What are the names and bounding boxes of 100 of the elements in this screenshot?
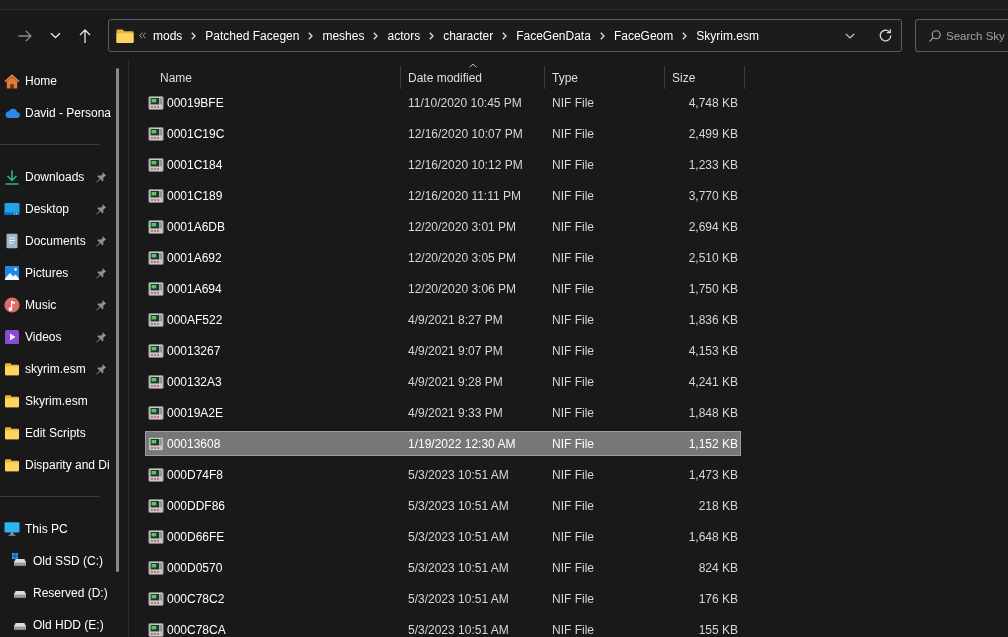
sidebar-item[interactable]: Desktop [0,193,107,225]
file-date: 12/16/2020 10:07 PM [408,126,523,141]
file-type: NIF File [552,343,594,358]
monitor-icon [4,521,20,537]
file-name: 000D74F8 [167,467,224,482]
file-name: 00019A2E [167,405,224,420]
breadcrumb[interactable]: character [439,23,498,48]
file-row[interactable]: 00019A2E 4/9/2021 9:33 PM NIF File 1,848 KB [145,400,741,425]
file-icon [148,435,164,452]
file-icon [148,311,164,328]
breadcrumb[interactable]: FaceGenData [512,23,595,48]
sidebar-item[interactable]: Home [0,65,107,97]
sidebar-item[interactable]: David - Persona [0,97,112,129]
sidebar-item[interactable]: Old HDD (E:) [0,609,107,637]
file-date: 12/20/2020 3:05 PM [408,250,517,265]
breadcrumb[interactable]: Skyrim.esm [692,23,763,48]
file-date: 4/9/2021 9:07 PM [408,343,503,358]
windows-drive-icon [12,553,28,569]
folder-icon [4,361,20,377]
sidebar-item[interactable]: Pictures [0,257,107,289]
file-type: NIF File [552,529,594,544]
file-type: NIF File [552,622,594,637]
file-row[interactable]: 000D0570 5/3/2023 10:51 AM NIF File 824 KB [145,555,741,580]
file-type: NIF File [552,560,594,575]
file-row[interactable]: 000D66FE 5/3/2023 10:51 AM NIF File 1,648 KB [145,524,741,549]
file-type: NIF File [552,250,594,265]
file-type: NIF File [552,188,594,203]
file-row[interactable]: 0001C184 12/16/2020 10:12 PM NIF File 1,233 KB [145,152,741,177]
file-size: 218 KB [698,498,738,513]
file-row[interactable]: 0001C189 12/16/2020 11:11 PM NIF File 3,770 KB [145,183,741,208]
breadcrumb[interactable]: actors [383,23,425,48]
file-row[interactable]: 000DDF86 5/3/2023 10:51 AM NIF File 218 KB [145,493,741,518]
sidebar-item[interactable]: Videos [0,321,107,353]
file-size: 1,836 KB [688,312,738,327]
pin-icon [95,202,107,216]
address-bar[interactable]: mods Patched Facegen meshes actors character FaceGenData FaceGeom Skyrim.esm [108,19,902,52]
file-date: 5/3/2023 10:51 AM [408,467,509,482]
file-size: 1,648 KB [688,529,738,544]
sidebar-item[interactable]: skyrim.esm [0,353,107,385]
file-row[interactable]: 000C78C2 5/3/2023 10:51 AM NIF File 176 KB [145,586,741,611]
file-row[interactable]: 000132A3 4/9/2021 9:28 PM NIF File 4,241 KB [145,369,741,394]
column-header[interactable]: Size [665,66,745,89]
file-name: 0001C189 [167,188,223,203]
file-size: 2,510 KB [688,250,738,265]
file-row[interactable]: 000AF522 4/9/2021 8:27 PM NIF File 1,836 KB [145,307,741,332]
file-icon [148,187,164,204]
file-row[interactable]: 0001A692 12/20/2020 3:05 PM NIF File 2,510 KB [145,245,741,270]
scrollbar[interactable] [116,68,119,572]
file-icon [148,466,164,483]
file-row[interactable]: 0001A6DB 12/20/2020 3:01 PM NIF File 2,694 KB [145,214,741,239]
sidebar-item[interactable]: Disparity and Di [0,449,110,481]
sidebar-item[interactable]: Music [0,289,107,321]
file-row[interactable]: 00019BFE 11/10/2020 10:45 PM NIF File 4,748 KB [145,90,741,115]
file-name: 000D0570 [167,560,223,575]
breadcrumb[interactable]: FaceGeom [609,23,678,48]
file-icon [148,280,164,297]
file-date: 4/9/2021 9:28 PM [408,374,503,389]
file-name: 000C78CA [167,622,226,637]
file-date: 1/19/2022 12:30 AM [408,436,516,451]
file-row[interactable]: 000D74F8 5/3/2023 10:51 AM NIF File 1,473 KB [145,462,741,487]
sidebar-item[interactable]: Documents [0,225,107,257]
sidebar-item[interactable]: Skyrim.esm [0,385,107,417]
file-date: 12/16/2020 10:12 PM [408,157,523,172]
file-type: NIF File [552,157,594,172]
file-row[interactable]: 00013608 1/19/2022 12:30 AM NIF File 1,152 KB [145,431,741,456]
sidebar-item[interactable]: Edit Scripts [0,417,107,449]
folder-icon [4,457,20,473]
file-size: 1,233 KB [688,157,738,172]
file-size: 824 KB [698,560,738,575]
search-field[interactable]: Search Sky [915,19,1008,52]
breadcrumb[interactable]: meshes [318,23,369,48]
chevron-right-icon [429,31,435,40]
pin-icon [95,234,107,248]
folder-icon [116,28,134,43]
file-name: 0001C184 [167,157,223,172]
download-arrow-icon [4,169,20,185]
breadcrumb[interactable]: Patched Facegen [201,23,304,48]
breadcrumb[interactable]: mods [149,23,187,48]
file-type: NIF File [552,467,594,482]
home-icon [4,73,20,89]
file-icon [148,497,164,514]
file-row[interactable]: 00013267 4/9/2021 9:07 PM NIF File 4,153 KB [145,338,741,363]
pin-icon [95,266,107,280]
file-name: 000AF522 [167,312,223,327]
column-header[interactable]: Date modified [401,66,545,89]
file-name: 00013608 [167,436,221,451]
file-icon [148,342,164,359]
file-row[interactable]: 0001A694 12/20/2020 3:06 PM NIF File 1,750 KB [145,276,741,301]
file-type: NIF File [552,436,594,451]
file-size: 3,770 KB [688,188,738,203]
column-header[interactable]: Type [545,66,665,89]
sidebar-item[interactable]: Old SSD (C:) [0,545,107,577]
sidebar-item[interactable]: Reserved (D:) [0,577,108,609]
sidebar-item[interactable]: This PC [0,513,107,545]
refresh-icon [877,28,893,43]
column-header[interactable]: Name [145,66,401,89]
sidebar-item[interactable]: Downloads [0,161,107,193]
file-row[interactable]: 000C78CA 5/3/2023 10:51 AM NIF File 155 KB [145,617,741,637]
chevron-right-icon [191,31,197,40]
file-row[interactable]: 0001C19C 12/16/2020 10:07 PM NIF File 2,499 KB [145,121,741,146]
